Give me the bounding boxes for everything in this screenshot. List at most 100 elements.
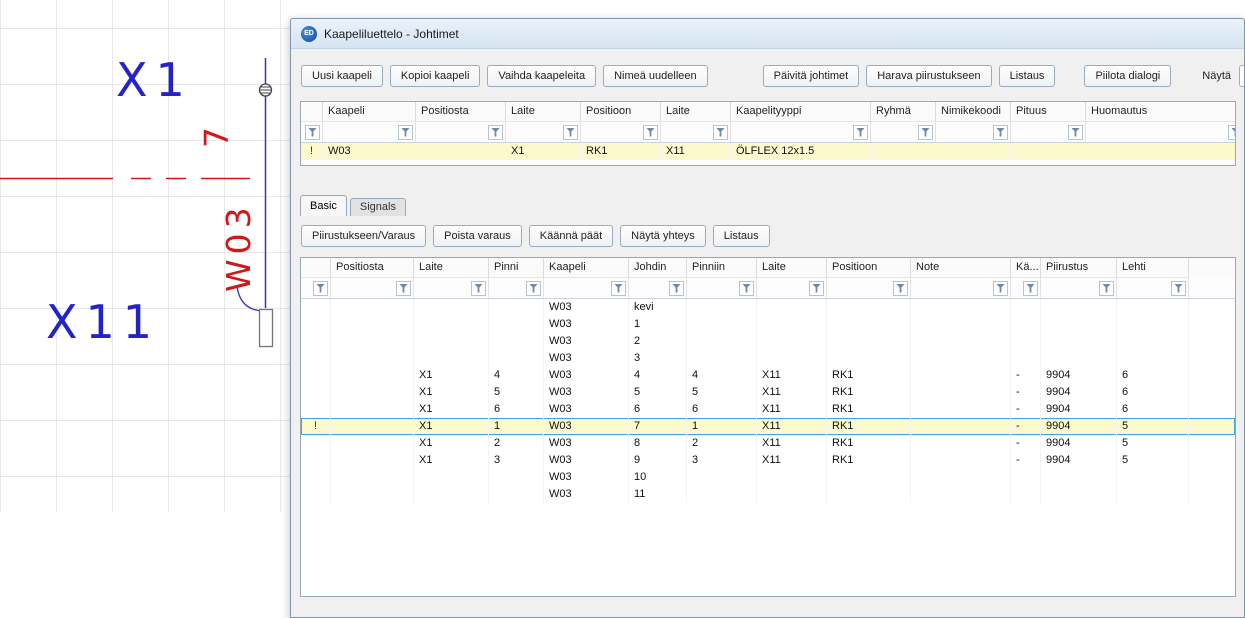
cell	[911, 435, 1011, 452]
filter-funnel-icon[interactable]	[1099, 281, 1114, 296]
cell	[331, 469, 414, 486]
table-row[interactable]: W033	[301, 350, 1235, 367]
cell: -	[1011, 435, 1041, 452]
column-header[interactable]: Piirustus	[1041, 258, 1117, 278]
row-marker	[301, 384, 331, 401]
filter-cell	[506, 122, 581, 142]
conductor-toolbar: Piirustukseen/Varaus Poista varaus Käänn…	[301, 225, 1242, 247]
table-row[interactable]: W0311	[301, 486, 1235, 503]
filter-funnel-icon[interactable]	[1023, 281, 1038, 296]
filter-funnel-icon[interactable]	[398, 125, 413, 140]
tab-basic[interactable]: Basic	[300, 195, 347, 216]
filter-funnel-icon[interactable]	[739, 281, 754, 296]
filter-funnel-icon[interactable]	[611, 281, 626, 296]
cell	[414, 316, 489, 333]
cell: X1	[506, 143, 581, 160]
table-row[interactable]: W0310	[301, 469, 1235, 486]
column-header[interactable]: Laite	[414, 258, 489, 278]
column-header[interactable]: Positiosta	[331, 258, 414, 278]
vaihda-kaapeleita-button[interactable]: Vaihda kaapeleita	[487, 65, 596, 87]
piirustukseen-varaus-button[interactable]: Piirustukseen/Varaus	[301, 225, 426, 247]
listaus-conductors-button[interactable]: Listaus	[713, 225, 770, 247]
column-header[interactable]: Positiosta	[416, 102, 506, 122]
uusi-kaapeli-button[interactable]: Uusi kaapeli	[301, 65, 383, 87]
filter-funnel-icon[interactable]	[643, 125, 658, 140]
table-row[interactable]: X16W0366X11RK1-99046	[301, 401, 1235, 418]
poista-varaus-button[interactable]: Poista varaus	[433, 225, 522, 247]
table-row[interactable]: !X11W0371X11RK1-99045	[301, 418, 1235, 435]
filter-funnel-icon[interactable]	[1068, 125, 1083, 140]
column-header[interactable]: Pinni	[489, 258, 544, 278]
cell	[414, 486, 489, 503]
row-marker-column-header[interactable]	[301, 102, 323, 122]
tab-strip: Basic Signals	[300, 195, 409, 216]
column-header[interactable]: Pinniin	[687, 258, 757, 278]
column-header[interactable]: Kaapelityyppi	[731, 102, 871, 122]
nayta-yhteys-button[interactable]: Näytä yhteys	[620, 225, 706, 247]
filter-funnel-icon[interactable]	[1228, 125, 1236, 140]
table-row[interactable]: W03kevi	[301, 299, 1235, 316]
table-row[interactable]: W031	[301, 316, 1235, 333]
device-label-x11: X11	[46, 295, 160, 349]
filter-funnel-icon[interactable]	[488, 125, 503, 140]
filter-cell	[936, 122, 1011, 142]
filter-funnel-icon[interactable]	[396, 281, 411, 296]
column-header[interactable]: Nimikekoodi	[936, 102, 1011, 122]
dialog-titlebar[interactable]: ED Kaapeliluettelo - Johtimet	[291, 19, 1244, 49]
column-header[interactable]: Positioon	[581, 102, 661, 122]
column-header[interactable]: Laite	[506, 102, 581, 122]
filter-funnel-icon[interactable]	[993, 125, 1008, 140]
cell: ÖLFLEX 12x1.5	[731, 143, 871, 160]
filter-funnel-icon[interactable]	[918, 125, 933, 140]
filter-funnel-icon[interactable]	[853, 125, 868, 140]
harava-piirustukseen-button[interactable]: Harava piirustukseen	[866, 65, 991, 87]
table-row[interactable]: X12W0382X11RK1-99045	[301, 435, 1235, 452]
cell	[936, 143, 1011, 160]
cell	[687, 333, 757, 350]
filter-funnel-icon[interactable]	[526, 281, 541, 296]
column-header[interactable]: Note	[911, 258, 1011, 278]
filter-cell	[414, 278, 489, 298]
cell: 5	[687, 384, 757, 401]
column-header[interactable]: Huomautus	[1086, 102, 1236, 122]
filter-funnel-icon[interactable]	[1171, 281, 1186, 296]
column-header[interactable]: Pituus	[1011, 102, 1086, 122]
cell: X1	[414, 401, 489, 418]
filter-funnel-icon[interactable]	[809, 281, 824, 296]
piilota-dialogi-button[interactable]: Piilota dialogi	[1084, 65, 1171, 87]
filter-funnel-icon[interactable]	[471, 281, 486, 296]
table-row[interactable]: W032	[301, 333, 1235, 350]
table-row[interactable]: X14W0344X11RK1-99046	[301, 367, 1235, 384]
row-marker-column-header[interactable]	[301, 258, 331, 278]
conductors-table: PositiostaLaitePinniKaapeliJohdinPinniin…	[300, 257, 1236, 597]
paivita-johtimet-button[interactable]: Päivitä johtimet	[763, 65, 860, 87]
column-header[interactable]: Laite	[757, 258, 827, 278]
kopioi-kaapeli-button[interactable]: Kopioi kaapeli	[390, 65, 481, 87]
nimea-uudelleen-button[interactable]: Nimeä uudelleen	[603, 65, 708, 87]
column-header[interactable]: Positioon	[827, 258, 911, 278]
filter-funnel-icon[interactable]	[893, 281, 908, 296]
column-header[interactable]: Kaapeli	[544, 258, 629, 278]
kaanna-paat-button[interactable]: Käännä päät	[529, 225, 613, 247]
table-row[interactable]: X15W0355X11RK1-99046	[301, 384, 1235, 401]
column-header[interactable]: Laite	[661, 102, 731, 122]
filter-funnel-icon[interactable]	[713, 125, 728, 140]
cell: -	[1011, 418, 1041, 435]
column-header[interactable]: Kä...	[1011, 258, 1041, 278]
column-header[interactable]: Ryhmä	[871, 102, 936, 122]
filter-funnel-icon[interactable]	[993, 281, 1008, 296]
filter-funnel-icon[interactable]	[563, 125, 578, 140]
column-header[interactable]: Kaapeli	[323, 102, 416, 122]
filter-funnel-icon[interactable]	[669, 281, 684, 296]
column-header[interactable]: Johdin	[629, 258, 687, 278]
cell	[1011, 350, 1041, 367]
nayta-dropdown[interactable]	[1239, 65, 1245, 87]
filter-funnel-icon[interactable]	[305, 125, 320, 140]
tab-signals[interactable]: Signals	[350, 198, 406, 216]
table-row[interactable]: X13W0393X11RK1-99045	[301, 452, 1235, 469]
column-header[interactable]: Lehti	[1117, 258, 1189, 278]
cell: W03	[544, 469, 629, 486]
filter-funnel-icon[interactable]	[313, 281, 328, 296]
table-row[interactable]: !W03X1RK1X11ÖLFLEX 12x1.5	[301, 143, 1235, 160]
listaus-button[interactable]: Listaus	[999, 65, 1056, 87]
